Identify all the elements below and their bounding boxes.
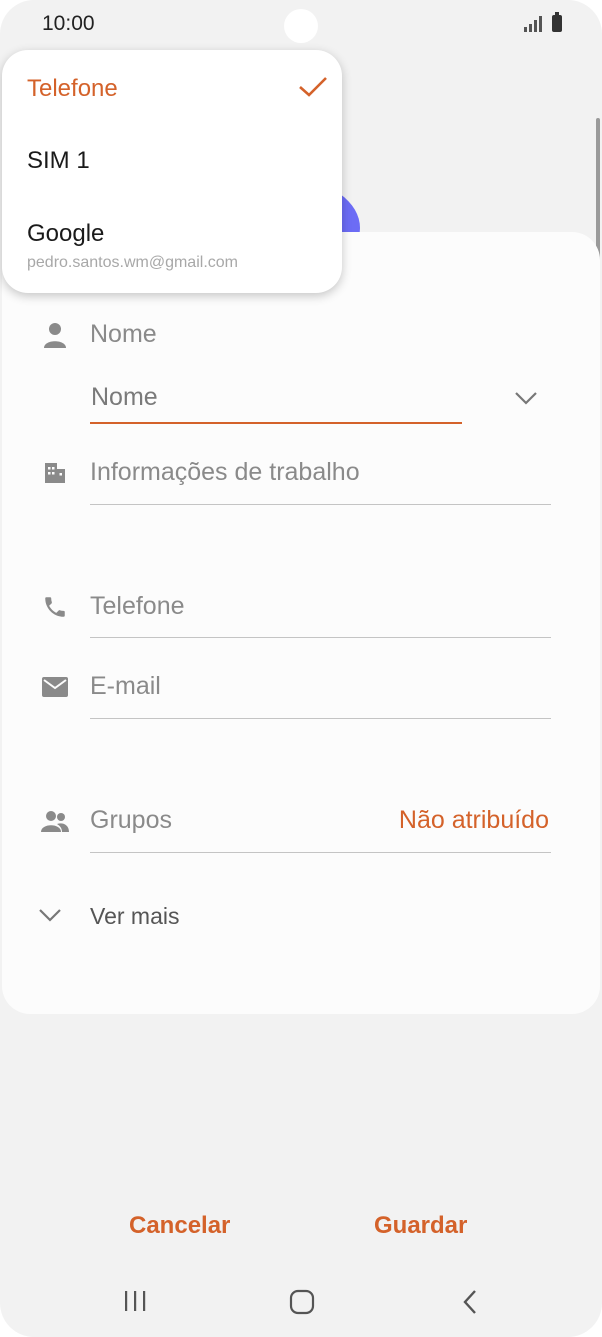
envelope-icon <box>40 672 70 702</box>
home-icon[interactable] <box>289 1289 315 1320</box>
battery-icon <box>552 12 562 32</box>
work-info-field[interactable]: Informações de trabalho <box>90 458 360 487</box>
phone-underline <box>90 637 551 638</box>
person-icon <box>40 320 70 350</box>
name-input-underline <box>90 422 462 424</box>
contact-form-card: Nome Nome Informações de trabalho Telefo… <box>2 232 600 1014</box>
chevron-down-icon[interactable] <box>514 390 538 411</box>
name-input[interactable]: Nome <box>91 383 158 412</box>
phone-screen: 10:00 Nome Nome Informações de trabalho … <box>0 0 602 1337</box>
email-field[interactable]: E-mail <box>90 672 161 701</box>
status-icons <box>524 12 562 32</box>
signal-icon <box>524 14 542 32</box>
chevron-down-icon[interactable] <box>38 907 62 928</box>
front-camera <box>284 9 318 43</box>
people-icon <box>40 806 70 836</box>
work-info-underline <box>90 504 551 505</box>
status-time: 10:00 <box>42 12 95 35</box>
building-icon <box>40 458 70 488</box>
name-section-label: Nome <box>90 320 157 348</box>
recent-apps-icon[interactable] <box>122 1289 148 1318</box>
groups-field[interactable]: Grupos <box>90 806 172 835</box>
phone-icon <box>40 592 70 622</box>
groups-value[interactable]: Não atribuído <box>399 806 549 835</box>
checkmark-icon <box>298 76 328 103</box>
cancel-button[interactable]: Cancelar <box>129 1212 230 1240</box>
save-button[interactable]: Guardar <box>374 1212 467 1240</box>
popup-item-google-account: pedro.santos.wm@gmail.com <box>27 254 238 271</box>
popup-item-sim1[interactable]: SIM 1 <box>27 147 90 175</box>
popup-item-phone[interactable]: Telefone <box>27 75 118 103</box>
phone-field[interactable]: Telefone <box>90 592 185 621</box>
groups-underline <box>90 852 551 853</box>
see-more-button[interactable]: Ver mais <box>90 903 179 930</box>
back-icon[interactable] <box>460 1289 480 1320</box>
popup-item-google[interactable]: Google <box>27 220 104 248</box>
storage-location-popup: Telefone SIM 1 Google pedro.santos.wm@gm… <box>2 50 342 293</box>
email-underline <box>90 718 551 719</box>
